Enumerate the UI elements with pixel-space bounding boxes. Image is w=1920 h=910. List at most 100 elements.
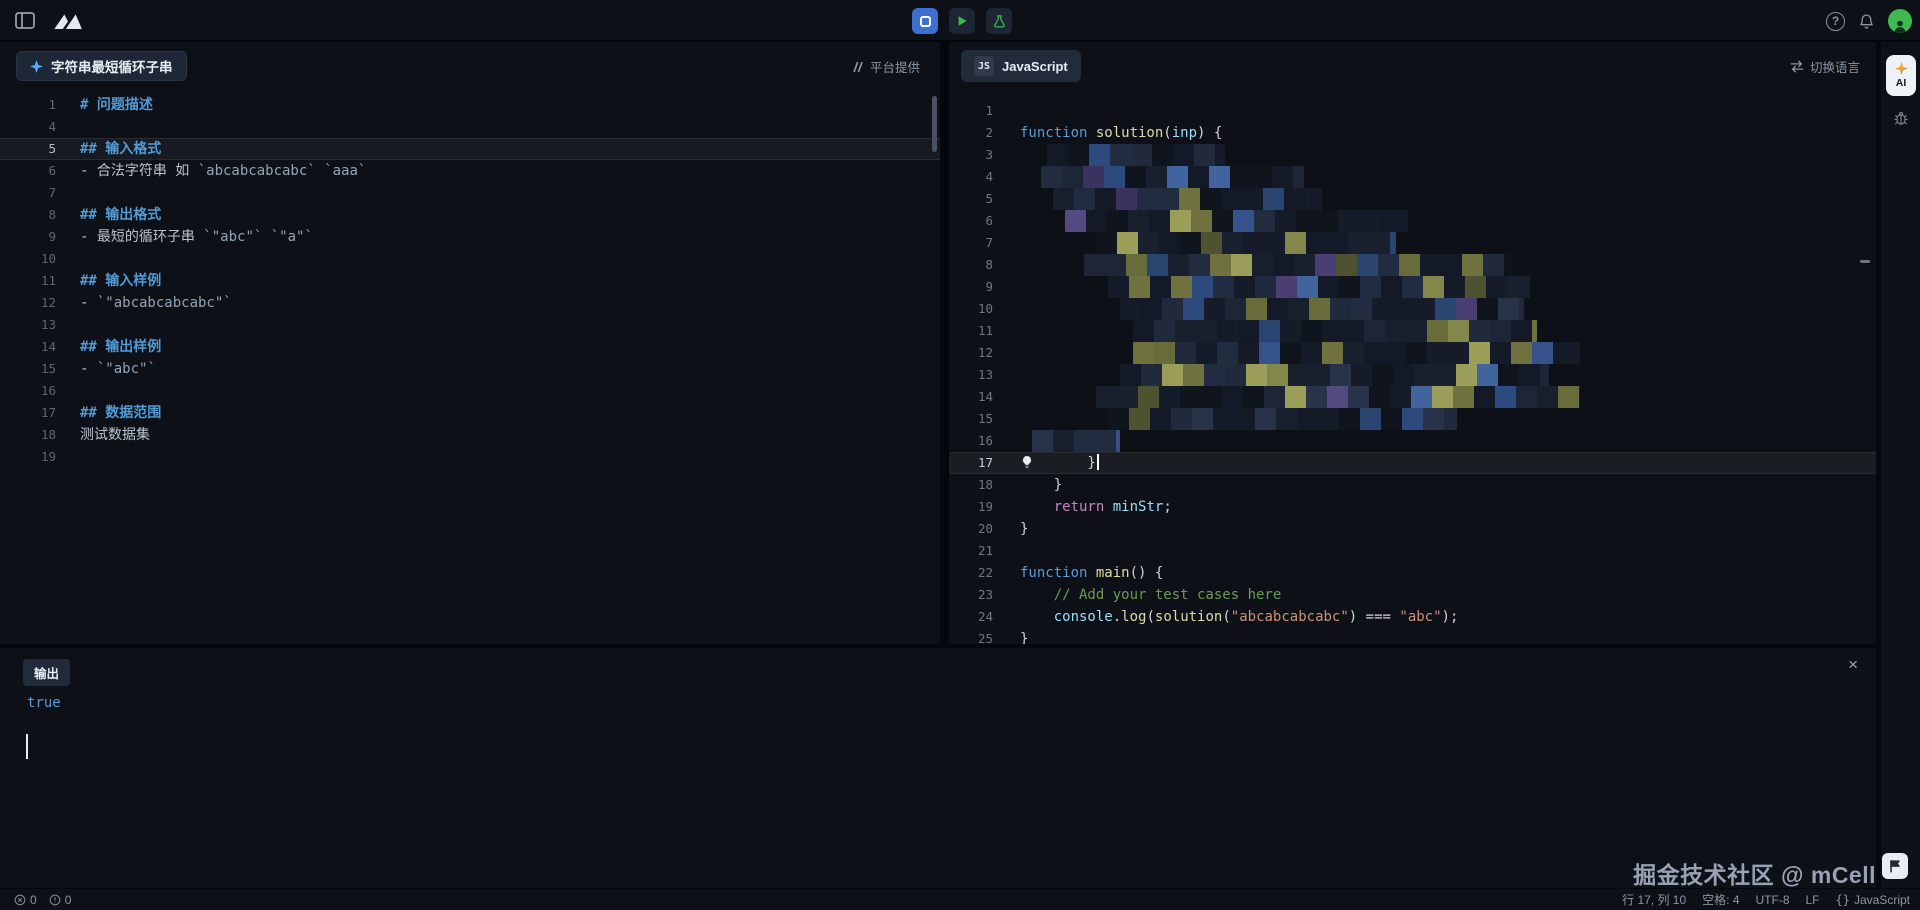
problem-line-text: ## 输入样例 (80, 270, 161, 292)
line-number: 19 (0, 446, 56, 468)
eol[interactable]: LF (1806, 893, 1820, 907)
right-rail: AI (1881, 42, 1920, 888)
code-line[interactable]: 7 (949, 232, 1876, 254)
ai-sparkle-icon (1895, 62, 1908, 75)
code-line[interactable]: 1 (949, 100, 1876, 122)
line-number: 17 (0, 402, 56, 424)
warnings-indicator[interactable]: 0 (49, 893, 72, 907)
problem-line[interactable]: 1# 问题描述 (0, 94, 940, 116)
problem-line[interactable]: 8## 输出格式 (0, 204, 940, 226)
line-number: 9 (949, 276, 993, 298)
editor-caret (1097, 454, 1099, 470)
warning-icon (49, 894, 61, 906)
code-line[interactable]: 5 (949, 188, 1876, 210)
output-tab[interactable]: 输出 (23, 659, 70, 686)
problem-line-text: ## 输入格式 (80, 138, 161, 160)
blurred-code-region (1047, 144, 1225, 166)
run-button[interactable] (949, 8, 975, 34)
code-line[interactable]: 20} (949, 518, 1876, 540)
test-button[interactable] (986, 8, 1012, 34)
output-panel: 输出 × true (0, 648, 1876, 888)
problem-scrollbar[interactable] (932, 96, 937, 152)
output-value: true (27, 692, 61, 714)
juejin-logo[interactable] (48, 10, 88, 32)
problem-line[interactable]: 18测试数据集 (0, 424, 940, 446)
blurred-code-region (1108, 276, 1530, 298)
switch-language-button[interactable]: 切换语言 (1790, 57, 1860, 76)
indentation[interactable]: 空格: 4 (1702, 891, 1739, 908)
problem-line[interactable]: 14## 输出样例 (0, 336, 940, 358)
platform-provided-label: 平台提供 (870, 57, 920, 76)
bug-icon (1893, 110, 1909, 126)
lightbulb-icon[interactable] (1020, 455, 1035, 470)
avatar[interactable] (1888, 9, 1912, 33)
code-line[interactable]: 11 (949, 320, 1876, 342)
problem-line[interactable]: 11## 输入样例 (0, 270, 940, 292)
problem-line[interactable]: 6- 合法字符串 如 `abcabcabcabc` `aaa` (0, 160, 940, 182)
problem-line[interactable]: 12- `"abcabcabcabc"` (0, 292, 940, 314)
code-line[interactable]: 3 (949, 144, 1876, 166)
platform-provided[interactable]: 平台提供 (852, 57, 920, 76)
code-line[interactable]: 13 (949, 364, 1876, 386)
code-line[interactable]: 18 } (949, 474, 1876, 496)
problem-line[interactable]: 9- 最短的循环子串 `"abc"` `"a"` (0, 226, 940, 248)
problem-line[interactable]: 13 (0, 314, 940, 336)
line-number: 19 (949, 496, 993, 518)
problem-line[interactable]: 10 (0, 248, 940, 270)
problem-line[interactable]: 15- `"abc"` (0, 358, 940, 380)
code-line[interactable]: 22function main() { (949, 562, 1876, 584)
code-header: JS JavaScript 切换语言 (949, 42, 1876, 90)
notifications-button[interactable] (1858, 13, 1875, 30)
code-line[interactable]: 4 (949, 166, 1876, 188)
code-line[interactable]: 25} (949, 628, 1876, 644)
code-line[interactable]: 15 (949, 408, 1876, 430)
encoding[interactable]: UTF-8 (1756, 893, 1790, 907)
tab-javascript[interactable]: JS JavaScript (961, 50, 1081, 82)
problem-title-chip[interactable]: 字符串最短循环子串 (16, 51, 187, 81)
app: ? 字符串最短循环子串 平台提供 1# 问题描述45## 输入格式6- 合法字符… (0, 0, 1920, 910)
problem-line[interactable]: 7 (0, 182, 940, 204)
code-line[interactable]: 6 (949, 210, 1876, 232)
problem-line[interactable]: 5## 输入格式 (0, 138, 940, 160)
problem-line[interactable]: 4 (0, 116, 940, 138)
language-mode[interactable]: {} JavaScript (1836, 893, 1910, 907)
square-button[interactable] (912, 8, 938, 34)
js-badge-icon: JS (974, 56, 994, 76)
problem-line-text: - `"abcabcabcabc"` (80, 292, 232, 314)
code-line[interactable]: 19 return minStr; (949, 496, 1876, 518)
play-icon (956, 15, 968, 27)
cursor-position[interactable]: 行 17, 列 10 (1622, 891, 1686, 908)
scrollbar-marker[interactable] (1860, 260, 1870, 263)
sidebar-toggle-button[interactable] (14, 12, 36, 30)
code-line[interactable]: 21 (949, 540, 1876, 562)
code-line[interactable]: 8 (949, 254, 1876, 276)
code-line[interactable]: 24 console.log(solution("abcabcabcabc") … (949, 606, 1876, 628)
code-line[interactable]: 16 (949, 430, 1876, 452)
code-line[interactable]: 12 (949, 342, 1876, 364)
code-line-text: return minStr; (1020, 496, 1172, 518)
problem-line-text: ## 输出格式 (80, 204, 161, 226)
line-number: 2 (949, 122, 993, 144)
line-number: 14 (0, 336, 56, 358)
line-number: 4 (949, 166, 993, 188)
code-line[interactable]: 2function solution(inp) { (949, 122, 1876, 144)
editor-actions (912, 8, 1012, 34)
problem-line[interactable]: 16 (0, 380, 940, 402)
ai-assistant-button[interactable]: AI (1886, 55, 1916, 96)
problem-line[interactable]: 17## 数据范围 (0, 402, 940, 424)
problem-header: 字符串最短循环子串 平台提供 (0, 42, 940, 90)
code-line[interactable]: 9 (949, 276, 1876, 298)
problem-line[interactable]: 19 (0, 446, 940, 468)
code-line[interactable]: 10 (949, 298, 1876, 320)
errors-indicator[interactable]: 0 (14, 893, 37, 907)
code-line[interactable]: 17 } (949, 452, 1876, 474)
help-button[interactable]: ? (1826, 12, 1845, 31)
debug-button[interactable] (1882, 110, 1920, 126)
user-icon (1892, 18, 1908, 33)
switch-language-label: 切换语言 (1810, 57, 1860, 76)
line-number: 3 (949, 144, 993, 166)
line-number: 16 (0, 380, 56, 402)
close-output-button[interactable]: × (1848, 656, 1858, 673)
code-line[interactable]: 14 (949, 386, 1876, 408)
code-line[interactable]: 23 // Add your test cases here (949, 584, 1876, 606)
